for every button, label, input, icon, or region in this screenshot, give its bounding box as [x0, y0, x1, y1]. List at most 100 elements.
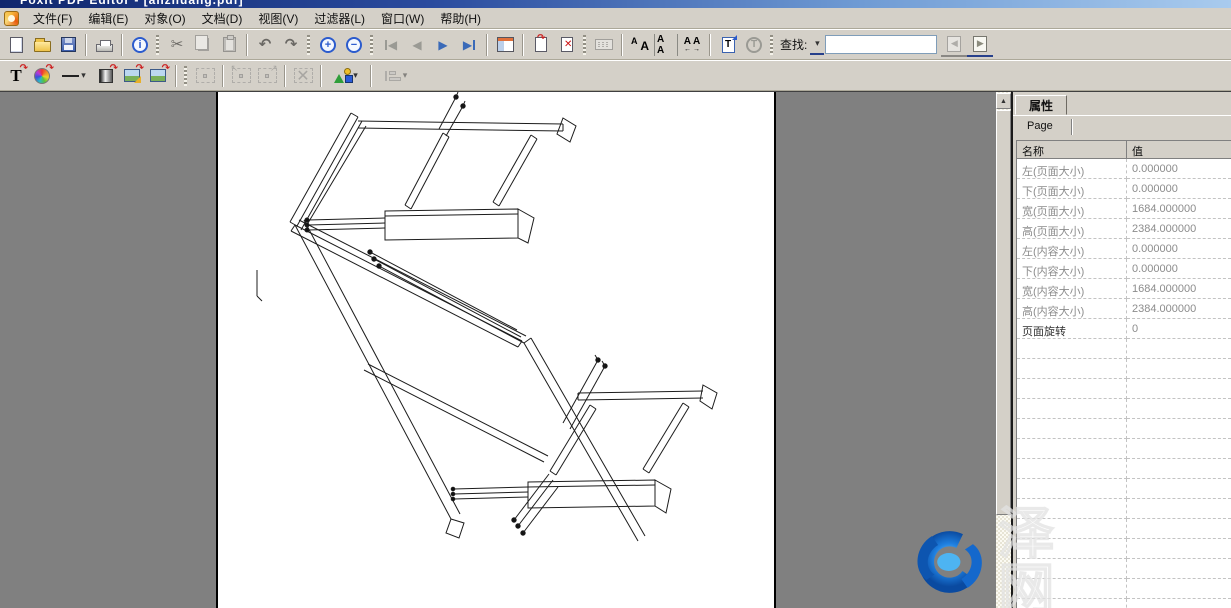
copy-button[interactable] — [190, 32, 216, 57]
text-circle-icon: T — [746, 37, 762, 53]
char-spacing-button[interactable]: A A← → — [679, 32, 705, 57]
delete-page-button[interactable]: ✕ — [554, 32, 580, 57]
menu-file[interactable]: 文件(F) — [25, 8, 80, 29]
prop-row[interactable]: 宽(内容大小)1684.000000 — [1017, 279, 1231, 299]
prop-row[interactable]: 页面旋转0 — [1017, 319, 1231, 339]
prop-row[interactable]: 左(内容大小)0.000000 — [1017, 239, 1231, 259]
menu-view[interactable]: 视图(V) — [250, 8, 306, 29]
tab-page[interactable]: Page — [1017, 118, 1063, 136]
zoom-out-button[interactable]: − — [341, 32, 367, 57]
zoom-out-icon: − — [346, 37, 362, 53]
find-input[interactable] — [825, 35, 937, 54]
prop-row-empty[interactable] — [1017, 539, 1231, 559]
delete-object-button[interactable]: ✕ — [290, 63, 316, 88]
application-window: Foxit PDF Editor - [anzhuang.pdf] 文件(F) … — [0, 0, 1231, 608]
new-document-button[interactable] — [3, 32, 29, 57]
zoom-in-button[interactable]: + — [315, 32, 341, 57]
cut-button[interactable]: ✂ — [164, 32, 190, 57]
column-header-name[interactable]: 名称 — [1017, 141, 1127, 159]
paste-button[interactable] — [216, 32, 242, 57]
keyboard-button[interactable] — [591, 32, 617, 57]
prop-row-empty[interactable] — [1017, 579, 1231, 599]
undo-button[interactable]: ↶ — [252, 32, 278, 57]
prop-row[interactable]: 高(页面大小)2384.000000 — [1017, 219, 1231, 239]
rotate-page-button[interactable]: ↷ — [528, 32, 554, 57]
prop-row-empty[interactable] — [1017, 519, 1231, 539]
find-previous-button[interactable]: ◀ — [941, 32, 967, 57]
add-text-button[interactable]: T↷ — [3, 63, 29, 88]
edit-object-button[interactable] — [192, 63, 218, 88]
first-page-button[interactable]: ◀ — [378, 32, 404, 57]
vertical-scrollbar[interactable]: ▲ — [996, 91, 1011, 608]
shapes-dropdown-icon[interactable]: ▾ — [353, 70, 358, 81]
prop-row[interactable]: 高(内容大小)2384.000000 — [1017, 299, 1231, 319]
previous-page-button[interactable]: ◀ — [404, 32, 430, 57]
menu-filter[interactable]: 过滤器(L) — [306, 8, 373, 29]
prop-row-empty[interactable] — [1017, 359, 1231, 379]
open-button[interactable] — [29, 32, 55, 57]
prop-row-empty[interactable] — [1017, 459, 1231, 479]
prop-row-empty[interactable] — [1017, 499, 1231, 519]
column-header-value[interactable]: 值 — [1127, 141, 1231, 159]
prop-row[interactable]: 宽(页面大小)1684.000000 — [1017, 199, 1231, 219]
add-shading-button[interactable]: ↷ — [29, 63, 55, 88]
scroll-up-button[interactable]: ▲ — [996, 93, 1011, 109]
menu-object[interactable]: 对象(O) — [136, 8, 193, 29]
group-in-button[interactable]: ↖ — [228, 63, 254, 88]
toolbar-gripper[interactable] — [156, 35, 159, 55]
separator — [284, 65, 286, 87]
toolbar-gripper[interactable] — [583, 35, 586, 55]
last-page-button[interactable]: ▶ — [456, 32, 482, 57]
menu-help[interactable]: 帮助(H) — [432, 8, 489, 29]
find-options-dropdown[interactable]: ▾ — [810, 35, 824, 55]
prop-row-empty[interactable] — [1017, 419, 1231, 439]
pdf-page[interactable] — [216, 92, 776, 608]
font-size-button[interactable]: A A — [653, 32, 679, 57]
font-style-button[interactable]: AA — [627, 32, 653, 57]
panel-title-tab[interactable]: 属性 — [1015, 95, 1067, 115]
menu-window[interactable]: 窗口(W) — [373, 8, 432, 29]
prop-row-empty[interactable] — [1017, 379, 1231, 399]
scrollbar-thumb[interactable] — [996, 110, 1011, 515]
next-page-button[interactable]: ▶ — [430, 32, 456, 57]
page-layout-button[interactable] — [492, 32, 518, 57]
prop-row-empty[interactable] — [1017, 599, 1231, 608]
toolbar-gripper[interactable] — [770, 35, 773, 55]
save-button[interactable] — [55, 32, 81, 57]
prop-row-empty[interactable] — [1017, 479, 1231, 499]
add-text-object-button[interactable]: T — [715, 32, 741, 57]
document-info-button[interactable]: i — [127, 32, 153, 57]
text-tool-button[interactable]: T — [741, 32, 767, 57]
document-app-icon[interactable] — [4, 11, 19, 26]
add-line-button[interactable]: ▾ — [55, 63, 93, 88]
redo-button[interactable]: ↷ — [278, 32, 304, 57]
menu-document[interactable]: 文档(D) — [194, 8, 251, 29]
prop-row-empty[interactable] — [1017, 439, 1231, 459]
separator — [85, 34, 87, 56]
prop-row-empty[interactable] — [1017, 399, 1231, 419]
add-image-button[interactable]: ↷ — [145, 63, 171, 88]
align-button[interactable]: ▾ — [376, 63, 416, 88]
insert-shapes-button[interactable]: ▾ — [326, 63, 366, 88]
print-button[interactable] — [91, 32, 117, 57]
toolbar-gripper[interactable] — [307, 35, 310, 55]
prop-row-empty[interactable] — [1017, 339, 1231, 359]
prop-row-empty[interactable] — [1017, 559, 1231, 579]
panel-tab-divider — [1013, 115, 1231, 116]
add-gradient-button[interactable]: ↷ — [93, 63, 119, 88]
find-next-icon: ▶ — [973, 36, 987, 52]
prop-row[interactable]: 下(内容大小)0.000000 — [1017, 259, 1231, 279]
align-dropdown-icon[interactable]: ▾ — [403, 70, 408, 81]
prop-row[interactable]: 下(页面大小)0.000000 — [1017, 179, 1231, 199]
group-out-button[interactable]: ↗ — [254, 63, 280, 88]
document-canvas[interactable] — [0, 91, 996, 608]
menu-edit[interactable]: 编辑(E) — [80, 8, 136, 29]
line-dropdown-icon[interactable]: ▾ — [81, 70, 86, 81]
edit-image-button[interactable]: ↷ — [119, 63, 145, 88]
find-next-button[interactable]: ▶ — [967, 32, 993, 57]
last-page-icon: ▶ — [463, 38, 475, 52]
toolbar-gripper[interactable] — [370, 35, 373, 55]
toolbar-main: i ✂ ↶ ↷ + − ◀ ◀ ▶ ▶ ↷ ✕ AA A A A A← → T … — [0, 29, 1231, 60]
toolbar-gripper[interactable] — [184, 66, 187, 86]
prop-row[interactable]: 左(页面大小)0.000000 — [1017, 159, 1231, 179]
